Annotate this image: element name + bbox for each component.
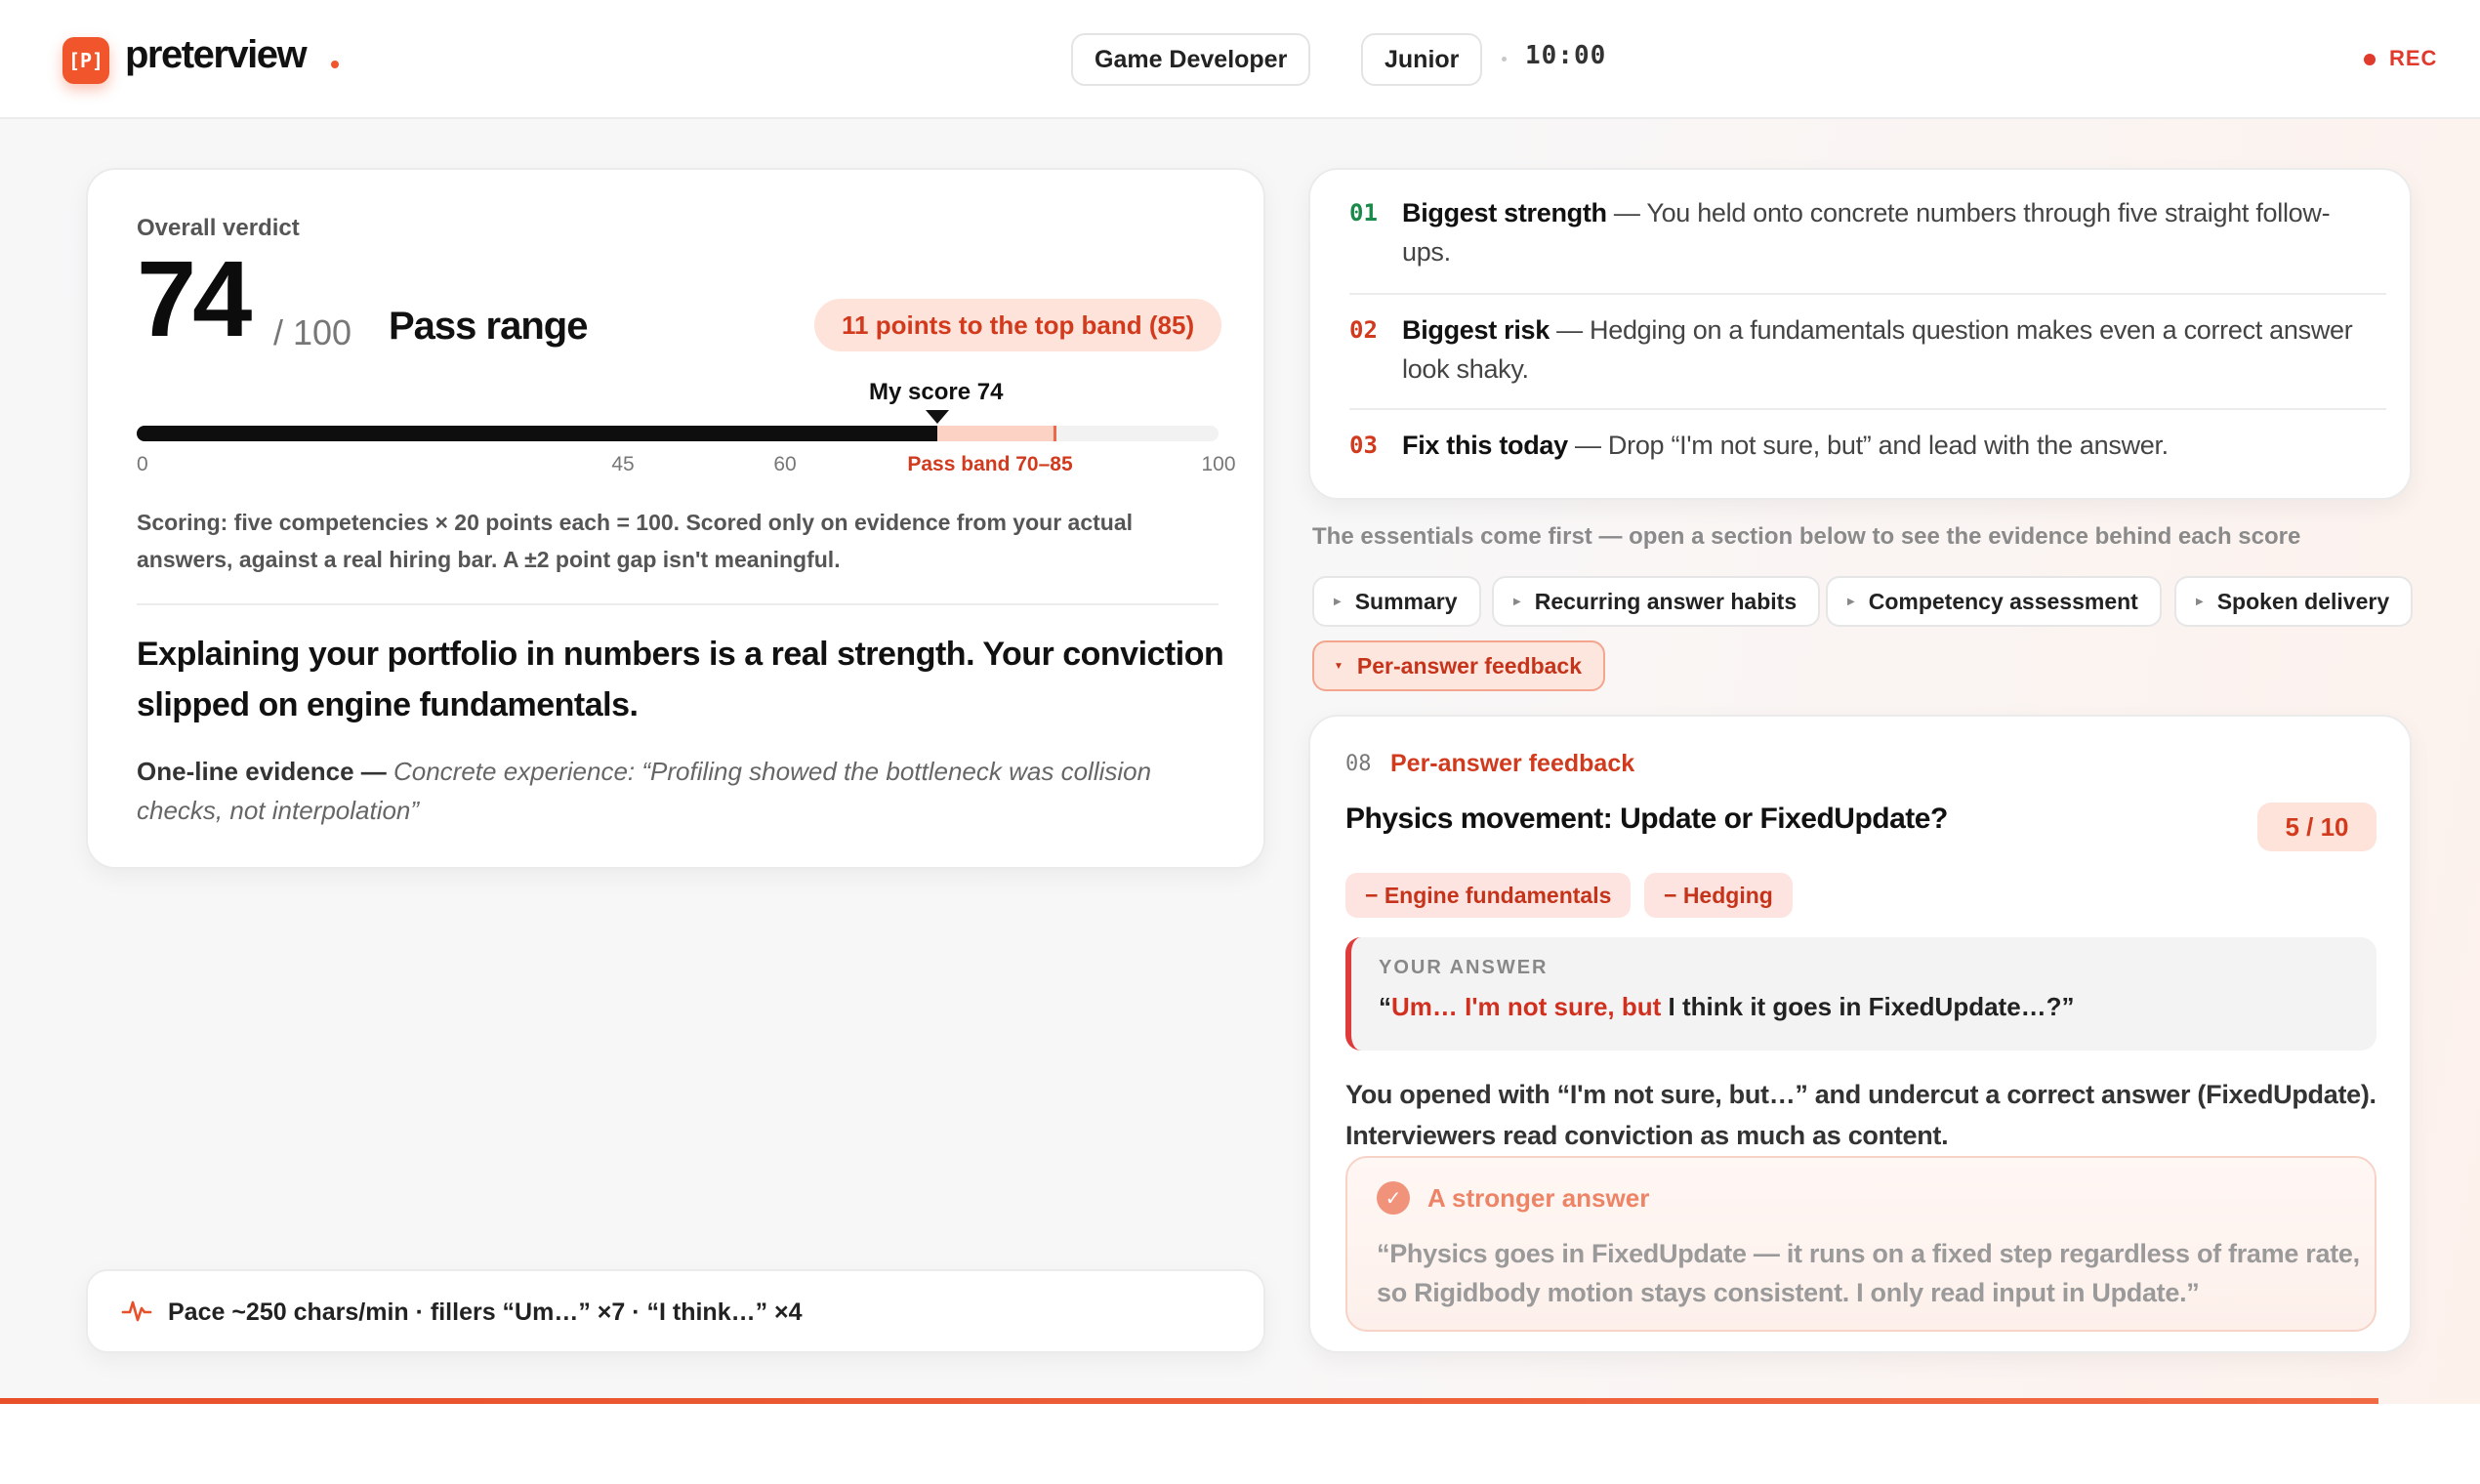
verdict-card: Overall verdict 74 / 100 Pass range 11 p…	[86, 168, 1265, 869]
evidence-label: One-line evidence —	[137, 757, 387, 786]
tick-100: 100	[1201, 453, 1236, 475]
insight-body: — Drop “I'm not sure, but” and lead with…	[1567, 431, 2169, 460]
section-chip-habits[interactable]: ▶ Recurring answer habits	[1492, 576, 1821, 627]
essentials-hint: The essentials come first — open a secti…	[1312, 523, 2301, 550]
tick-0: 0	[137, 453, 148, 475]
stronger-answer-text: “Physics goes in FixedUpdate — it runs o…	[1377, 1239, 2360, 1307]
one-line-evidence: One-line evidence — Concrete experience:…	[137, 752, 1220, 830]
caret-right-icon: ▶	[2196, 596, 2204, 607]
stronger-answer-label: A stronger answer	[1427, 1183, 1650, 1213]
insight-title: Biggest risk	[1402, 315, 1550, 345]
insight-title: Biggest strength	[1402, 198, 1607, 227]
section-chip-spoken-delivery[interactable]: ▶ Spoken delivery	[2174, 576, 2414, 627]
section-chip-summary[interactable]: ▶ Summary	[1312, 576, 1481, 627]
score-bar	[137, 426, 1219, 441]
caret-right-icon: ▶	[1334, 596, 1342, 607]
brand-name: preterview	[125, 33, 308, 76]
quote-mark: “	[1379, 992, 1391, 1021]
chip-label: Spoken delivery	[2216, 588, 2390, 614]
chip-label: Summary	[1354, 588, 1458, 614]
your-answer-text: “Um… I'm not sure, but I think it goes i…	[1379, 992, 2075, 1022]
section-title: Per-answer feedback	[1390, 750, 1635, 777]
score-value: 74	[137, 239, 252, 359]
insight-text: Fix this today — Drop “I'm not sure, but…	[1402, 426, 2378, 465]
role-pill[interactable]: Game Developer	[1071, 33, 1311, 86]
rec-dot-icon	[2364, 54, 2376, 65]
question-title: Physics movement: Update or FixedUpdate?	[1345, 803, 1948, 835]
insight-number: 01	[1349, 199, 1378, 227]
caret-down-icon: ▼	[1334, 660, 1343, 672]
your-answer-label: YOUR ANSWER	[1379, 957, 1549, 978]
check-icon: ✓	[1377, 1181, 1410, 1215]
score-max: / 100	[273, 312, 352, 352]
insight-title: Fix this today	[1402, 431, 1568, 460]
divider	[1349, 408, 2386, 410]
verdict-headline: Explaining your portfolio in numbers is …	[137, 636, 1224, 723]
pass-band-range	[936, 426, 1056, 441]
timer: 10:00	[1525, 41, 1607, 70]
divider	[1349, 293, 2386, 295]
caret-right-icon: ▶	[1513, 596, 1521, 607]
verdict-label: Overall verdict	[137, 215, 300, 241]
tick-pass-band: Pass band 70–85	[907, 453, 1073, 475]
tick-45: 45	[611, 453, 635, 475]
my-score-label: My score 74	[869, 379, 1004, 405]
tag-engine-fundamentals: − Engine fundamentals	[1345, 873, 1632, 918]
header-separator	[1502, 57, 1507, 62]
footer-area	[0, 1404, 2480, 1484]
chip-label: Recurring answer habits	[1534, 588, 1798, 614]
insight-text: Biggest risk — Hedging on a fundamentals…	[1402, 310, 2378, 389]
tag-hedging: − Hedging	[1644, 873, 1793, 918]
brand-dot	[331, 61, 339, 68]
insight-text: Biggest strength — You held onto concret…	[1402, 193, 2378, 271]
score-marker-icon	[925, 410, 949, 424]
section-chip-per-answer[interactable]: ▼ Per-answer feedback	[1312, 640, 1606, 691]
insight-number: 02	[1349, 316, 1378, 344]
insight-number: 03	[1349, 432, 1378, 459]
answer-rest: I think it goes in FixedUpdate…?”	[1661, 992, 2075, 1021]
answer-score-badge: 5 / 10	[2257, 803, 2377, 851]
chip-label: Per-answer feedback	[1356, 652, 1583, 679]
pace-card: Pace ~250 chars/min · fillers “Um…” ×7 ·…	[86, 1269, 1265, 1353]
tick-60: 60	[773, 453, 797, 475]
section-number: 08	[1345, 752, 1372, 776]
top-bar: [P] preterview Game Developer Junior 10:…	[0, 0, 2480, 119]
section-chip-competency[interactable]: ▶ Competency assessment	[1826, 576, 2162, 627]
scoring-note: Scoring: five competencies × 20 points e…	[137, 510, 1134, 572]
rec-indicator: REC	[2389, 46, 2438, 70]
feedback-explanation: You opened with “I'm not sure, but…” and…	[1345, 1080, 2377, 1150]
per-answer-feedback-card: 08 Per-answer feedback Physics movement:…	[1308, 715, 2412, 1353]
range-label: Pass range	[389, 305, 588, 348]
score-bar-fill	[137, 426, 937, 441]
activity-pulse-icon	[121, 1300, 152, 1322]
your-answer-box: YOUR ANSWER “Um… I'm not sure, but I thi…	[1345, 937, 2377, 1051]
logo-icon: [P]	[62, 37, 109, 84]
level-pill[interactable]: Junior	[1361, 33, 1483, 86]
pace-stats: Pace ~250 chars/min · fillers “Um…” ×7 ·…	[168, 1298, 803, 1326]
caret-right-icon: ▶	[1847, 596, 1855, 607]
hedge-highlight: Um… I'm not sure, but	[1391, 992, 1662, 1021]
divider	[137, 603, 1219, 605]
chip-label: Competency assessment	[1868, 588, 2138, 614]
stronger-answer-box: ✓ A stronger answer “Physics goes in Fix…	[1345, 1156, 2377, 1332]
top-band-badge: 11 points to the top band (85)	[814, 299, 1222, 351]
key-insights-card: 01 Biggest strength — You held onto conc…	[1308, 168, 2412, 500]
